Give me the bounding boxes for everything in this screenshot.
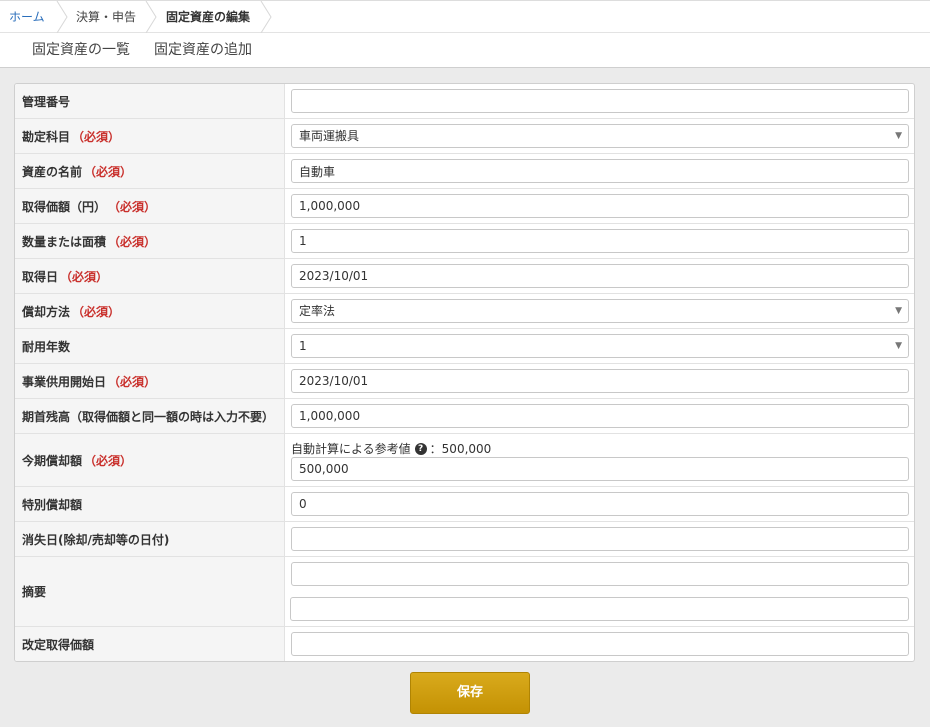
field-label: 改定取得価額 — [15, 627, 285, 661]
field-label: 管理番号 — [15, 84, 285, 118]
chevron-right-icon — [144, 1, 158, 33]
sub-navigation: 固定資産の一覧 固定資産の追加 — [0, 33, 930, 68]
acquisition-price-input[interactable] — [291, 194, 909, 218]
required-mark: （必須） — [108, 374, 157, 389]
field-label: 今期償却額 （必須） — [15, 434, 285, 486]
form-row-acquisition-price: 取得価額（円） （必須） — [15, 189, 914, 224]
field-label: 勘定科目 （必須） — [15, 119, 285, 153]
form-row-disposal-date: 消失日(除却/売却等の日付) — [15, 522, 914, 557]
form-row-useful-life: 耐用年数 1 ▼ — [15, 329, 914, 364]
field-label: 取得価額（円） （必須） — [15, 189, 285, 223]
chevron-right-icon — [55, 1, 69, 33]
form-row-service-start-date: 事業供用開始日 （必須） — [15, 364, 914, 399]
depreciation-method-select[interactable]: 定率法 ▼ — [291, 299, 909, 323]
field-label: 償却方法 （必須） — [15, 294, 285, 328]
summary-input-1[interactable] — [291, 562, 909, 586]
form-row-summary: 摘要 — [15, 557, 914, 627]
form-row-account: 勘定科目 （必須） 車両運搬具 ▼ — [15, 119, 914, 154]
asset-edit-form: 管理番号 勘定科目（必須） 車両運搬具 ▼ 資産の名前（必須） 取得価額（円）（… — [14, 83, 915, 662]
current-depreciation-input[interactable] — [291, 457, 909, 481]
field-label: 数量または面積 （必須） — [15, 224, 285, 258]
breadcrumb: ホーム 決算・申告 固定資産の編集 — [0, 0, 930, 33]
required-mark: （必須） — [108, 199, 157, 214]
field-label: 取得日 （必須） — [15, 259, 285, 293]
field-label: 摘要 — [15, 557, 285, 626]
breadcrumb-section-link[interactable]: 決算・申告 — [76, 1, 136, 33]
asset-name-input[interactable] — [291, 159, 909, 183]
required-mark: （必須） — [108, 234, 157, 249]
account-select[interactable]: 車両運搬具 ▼ — [291, 124, 909, 148]
acquisition-date-input[interactable] — [291, 264, 909, 288]
quantity-input[interactable] — [291, 229, 909, 253]
field-label: 特別償却額 — [15, 487, 285, 521]
special-depreciation-input[interactable] — [291, 492, 909, 516]
form-row-asset-name: 資産の名前 （必須） — [15, 154, 914, 189]
field-label: 消失日(除却/売却等の日付) — [15, 522, 285, 556]
save-button[interactable]: 保存 — [410, 672, 530, 714]
question-circle-icon[interactable]: ? — [414, 442, 427, 455]
caret-down-icon: ▼ — [895, 306, 902, 316]
field-label: 資産の名前 （必須） — [15, 154, 285, 188]
required-mark: （必須） — [84, 164, 133, 179]
required-mark: （必須） — [60, 269, 109, 284]
field-label: 耐用年数 — [15, 329, 285, 363]
form-row-depreciation-method: 償却方法 （必須） 定率法 ▼ — [15, 294, 914, 329]
form-row-current-depreciation: 今期償却額 （必須） 自動計算による参考値 ? ： 500,000 — [15, 434, 914, 487]
form-row-management-number: 管理番号 — [15, 84, 914, 119]
useful-life-select[interactable]: 1 ▼ — [291, 334, 909, 358]
form-row-opening-balance: 期首残高（取得価額と同一額の時は入力不要） — [15, 399, 914, 434]
caret-down-icon: ▼ — [895, 131, 902, 141]
service-start-date-input[interactable] — [291, 369, 909, 393]
summary-input-2[interactable] — [290, 597, 909, 621]
required-mark: （必須） — [72, 129, 121, 144]
chevron-right-icon — [259, 1, 273, 33]
opening-balance-input[interactable] — [291, 404, 909, 428]
tab-asset-list[interactable]: 固定資産の一覧 — [32, 33, 130, 67]
form-row-acquisition-date: 取得日 （必須） — [15, 259, 914, 294]
form-row-special-depreciation: 特別償却額 — [15, 487, 914, 522]
auto-calc-hint: 自動計算による参考値 ? ： 500,000 — [291, 441, 492, 457]
field-label: 期首残高（取得価額と同一額の時は入力不要） — [15, 399, 285, 433]
form-row-revised-price: 改定取得価額 — [15, 627, 914, 661]
management-number-input[interactable] — [291, 89, 909, 113]
form-row-quantity: 数量または面積 （必須） — [15, 224, 914, 259]
required-mark: （必須） — [72, 304, 121, 319]
tab-asset-add[interactable]: 固定資産の追加 — [154, 33, 252, 67]
breadcrumb-current: 固定資産の編集 — [166, 10, 251, 24]
caret-down-icon: ▼ — [895, 341, 902, 351]
disposal-date-input[interactable] — [291, 527, 909, 551]
revised-price-input[interactable] — [291, 632, 909, 656]
required-mark: （必須） — [84, 453, 133, 468]
breadcrumb-home-link[interactable]: ホーム — [9, 1, 45, 33]
field-label: 事業供用開始日 （必須） — [15, 364, 285, 398]
